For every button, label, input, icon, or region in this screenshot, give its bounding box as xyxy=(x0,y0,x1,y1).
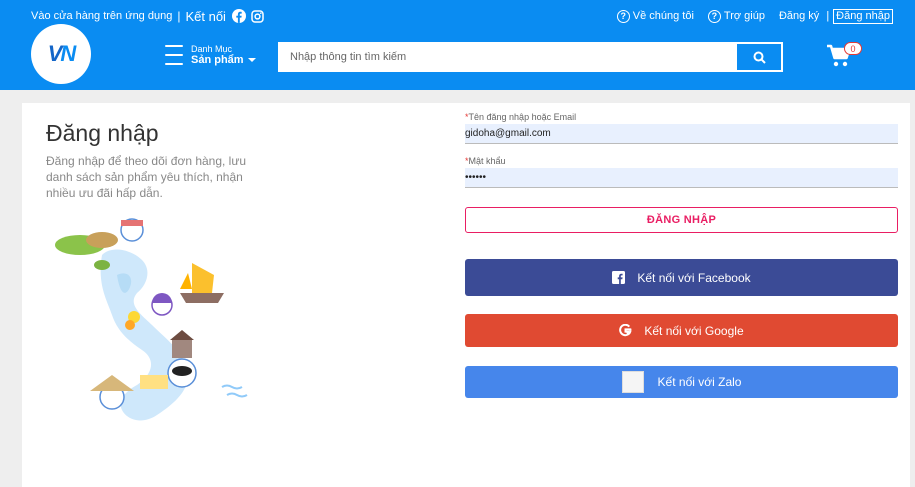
facebook-icon xyxy=(612,271,626,284)
google-connect-button[interactable]: Kết nối với Google xyxy=(465,314,898,347)
google-icon xyxy=(619,324,632,337)
zalo-icon xyxy=(621,371,644,393)
caret-down-icon xyxy=(247,58,256,62)
google-button-label: Kết nối với Google xyxy=(644,323,744,338)
password-field[interactable]: •••••• xyxy=(465,168,898,188)
username-field[interactable] xyxy=(465,124,898,144)
page-title: Đăng nhập xyxy=(46,120,159,146)
logo-text: VN xyxy=(47,41,77,66)
zalo-button-label: Kết nối với Zalo xyxy=(657,375,742,389)
about-link[interactable]: ? Về chúng tôi xyxy=(616,9,694,23)
top-bar-right: ? Về chúng tôi ? Trợ giúp Đăng ký | Đăng… xyxy=(603,8,893,24)
cart-count-badge: 0 xyxy=(844,42,862,55)
menu-big-label: Sản phẩm xyxy=(191,54,256,66)
vietnam-map-illustration xyxy=(55,218,248,421)
help-label: Trợ giúp xyxy=(723,10,765,22)
login-link[interactable]: Đăng nhập xyxy=(833,8,893,24)
username-label: *Tên đăng nhập hoặc Email xyxy=(465,112,577,122)
help-link[interactable]: ? Trợ giúp xyxy=(707,9,765,23)
facebook-button-label: Kết nối với Facebook xyxy=(637,270,751,285)
page-description: Đăng nhập để theo dõi đơn hàng, lưu danh… xyxy=(46,154,247,200)
app-store-link[interactable]: Vào cửa hàng trên ứng dụng xyxy=(31,10,172,22)
facebook-icon[interactable] xyxy=(231,9,246,23)
search-button[interactable] xyxy=(737,44,781,70)
search-icon xyxy=(753,51,766,64)
category-menu[interactable]: Danh Mục Sản phẩm xyxy=(165,44,256,66)
separator: | xyxy=(826,10,830,22)
question-circle-icon: ? xyxy=(707,9,721,23)
login-button[interactable]: ĐĂNG NHẬP xyxy=(465,207,898,233)
site-header: Vào cửa hàng trên ứng dụng | Kết nối ? V… xyxy=(0,0,915,90)
top-bar-left: Vào cửa hàng trên ứng dụng | Kết nối xyxy=(31,8,270,24)
zalo-connect-button[interactable]: Kết nối với Zalo xyxy=(465,366,898,398)
separator: | xyxy=(177,9,181,23)
register-link[interactable]: Đăng ký xyxy=(779,10,819,22)
password-label: *Mật khẩu xyxy=(465,156,506,166)
site-logo[interactable]: VN xyxy=(31,24,91,84)
question-circle-icon: ? xyxy=(616,9,630,23)
menu-small-label: Danh Mục xyxy=(191,44,233,54)
about-label: Về chúng tôi xyxy=(632,10,694,22)
connect-label: Kết nối xyxy=(185,8,226,24)
instagram-icon[interactable] xyxy=(251,9,265,23)
search-input[interactable] xyxy=(280,44,737,70)
facebook-connect-button[interactable]: Kết nối với Facebook xyxy=(465,259,898,296)
search-bar xyxy=(278,42,783,72)
hamburger-icon xyxy=(165,45,183,65)
